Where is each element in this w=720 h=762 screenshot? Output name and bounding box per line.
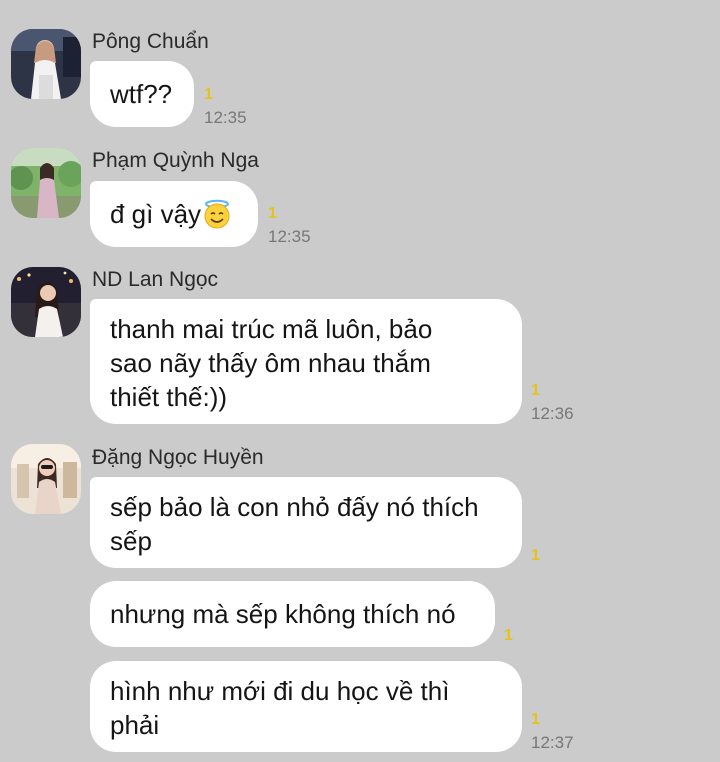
sender-name: ND Lan Ngọc: [92, 268, 219, 291]
message-bubble[interactable]: sếp bảo là con nhỏ đấy nó thích sếp: [90, 477, 522, 568]
message-bubble[interactable]: thanh mai trúc mã luôn, bảo sao nãy thấy…: [90, 299, 522, 424]
read-count-badge: 1: [531, 382, 540, 399]
smiling-face-with-halo-icon: [202, 199, 232, 229]
message-bubble[interactable]: nhưng mà sếp không thích nó: [90, 581, 495, 647]
avatar[interactable]: [11, 29, 81, 99]
message-timestamp: 12:37: [531, 733, 574, 752]
message-text: wtf??: [110, 79, 173, 109]
message-timestamp: 12:35: [204, 108, 247, 127]
avatar[interactable]: [11, 148, 81, 218]
read-count-badge: 1: [204, 86, 213, 103]
avatar[interactable]: [11, 267, 81, 337]
message-bubble[interactable]: wtf??: [90, 61, 194, 127]
read-count-badge: 1: [504, 627, 513, 644]
message-text: sếp bảo là con nhỏ đấy nó thích sếp: [110, 492, 479, 556]
message-timestamp: 12:35: [268, 227, 311, 246]
message-bubble[interactable]: đ gì vậy: [90, 181, 258, 247]
read-count-badge: 1: [531, 547, 540, 564]
message-text: đ gì vậy: [110, 199, 202, 229]
sender-name: Pông Chuẩn: [92, 30, 209, 53]
read-count-badge: 1: [268, 205, 277, 222]
message-text: thanh mai trúc mã luôn, bảo sao nãy thấy…: [110, 314, 433, 412]
message-text: nhưng mà sếp không thích nó: [110, 599, 456, 629]
read-count-badge: 1: [531, 711, 540, 728]
message-text: hình như mới đi du học về thì phải: [110, 676, 450, 740]
avatar[interactable]: [11, 444, 81, 514]
message-bubble[interactable]: hình như mới đi du học về thì phải: [90, 661, 522, 752]
message-timestamp: 12:36: [531, 404, 574, 423]
sender-name: Phạm Quỳnh Nga: [92, 149, 259, 172]
sender-name: Đặng Ngọc Huyền: [92, 446, 264, 469]
